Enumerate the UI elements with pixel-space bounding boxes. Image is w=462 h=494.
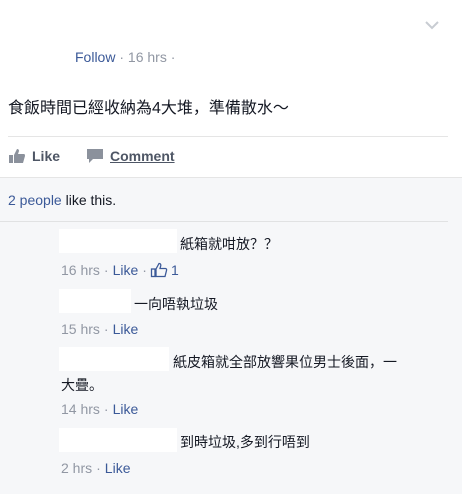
comment-meta: 16 hrs · Like · 1	[61, 262, 179, 278]
comment-text: 一向唔執垃圾	[134, 296, 218, 312]
comment-author-redacted	[59, 347, 169, 371]
comment-like-link[interactable]: Like	[105, 460, 131, 476]
meta-separator: ·	[103, 262, 109, 278]
thumbs-up-outline-icon[interactable]	[150, 262, 168, 278]
comment-time[interactable]: 14 hrs	[61, 401, 100, 417]
meta-separator: ·	[119, 49, 125, 65]
meta-separator: ·	[103, 321, 109, 337]
comment-time[interactable]: 2 hrs	[61, 460, 92, 476]
meta-separator: ·	[103, 401, 109, 417]
meta-separator: ·	[96, 460, 101, 476]
comment-like-link[interactable]: Like	[113, 401, 139, 417]
comment-time[interactable]: 15 hrs	[61, 321, 100, 337]
comment-label: Comment	[110, 148, 175, 164]
comment-meta: 15 hrs · Like	[61, 321, 138, 337]
comment-text: 到時垃圾,多到行唔到	[180, 434, 310, 450]
comment-author-redacted	[59, 289, 131, 313]
like-label: Like	[32, 148, 61, 164]
comment-like-link[interactable]: Like	[113, 321, 139, 337]
follow-link[interactable]: Follow	[75, 49, 115, 65]
comment-time[interactable]: 16 hrs	[61, 262, 100, 278]
post-meta: Follow · 16 hrs ·	[75, 49, 175, 65]
comment-author-redacted	[59, 229, 177, 253]
like-button[interactable]: Like	[8, 148, 60, 164]
divider	[8, 136, 448, 137]
thumbs-up-icon	[9, 149, 25, 163]
chevron-down-icon[interactable]	[424, 20, 440, 30]
post-time[interactable]: 16 hrs	[128, 49, 167, 65]
comment-text-line: 大疊。	[61, 377, 103, 393]
meta-separator: ·	[142, 262, 147, 278]
divider	[0, 221, 448, 222]
likers-link[interactable]: 2 people	[8, 192, 62, 208]
comment-author-redacted	[59, 428, 177, 452]
likes-summary: 2 people like this.	[8, 192, 116, 208]
meta-separator: ·	[170, 49, 176, 65]
speech-bubble-icon	[87, 149, 103, 163]
comment-meta: 2 hrs · Like	[61, 460, 130, 476]
comment-text: 紙箱就咁放？？	[180, 236, 278, 252]
post-text: 食飯時間已經收納為4大堆，準備散水～	[8, 100, 289, 117]
likes-suffix: like this.	[61, 192, 117, 208]
comment-meta: 14 hrs · Like	[61, 401, 138, 417]
comment-like-link[interactable]: Like	[113, 262, 139, 278]
comment-text-line: 紙皮箱就全部放響果位男士後面，一	[173, 354, 397, 370]
comment-like-count[interactable]: 1	[171, 262, 179, 278]
comment-button[interactable]: Comment	[86, 148, 175, 164]
